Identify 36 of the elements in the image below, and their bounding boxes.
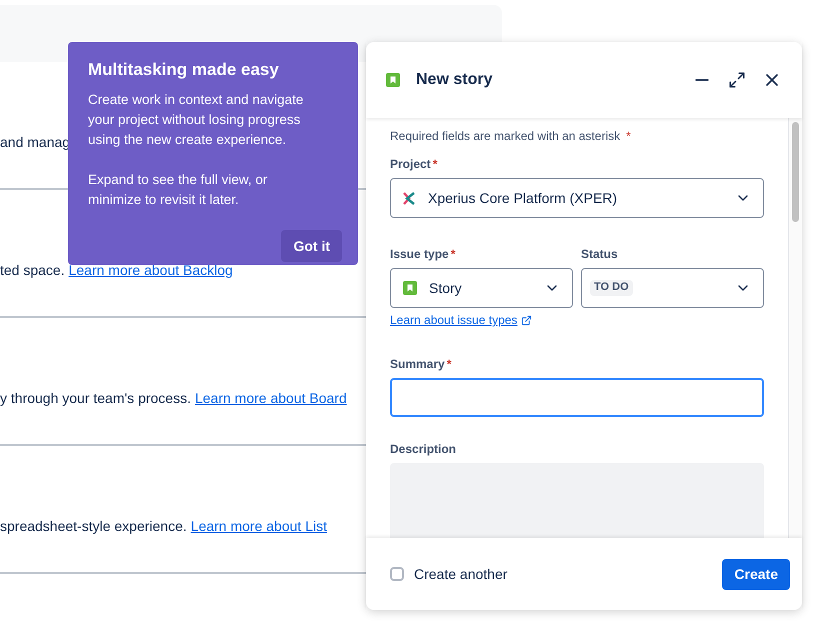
got-it-button[interactable]: Got it xyxy=(281,230,342,262)
tooltip-title: Multitasking made easy xyxy=(88,59,280,81)
row-text: spreadsheet-style experience. xyxy=(0,517,187,536)
issue-type-select[interactable]: Story xyxy=(390,268,573,308)
panel-title: New story xyxy=(416,70,492,90)
learn-issue-types-link[interactable]: Learn about issue types xyxy=(390,312,532,328)
create-button[interactable]: Create xyxy=(722,558,790,590)
expand-icon[interactable] xyxy=(728,71,746,89)
required-mark: * xyxy=(432,156,438,172)
required-mark: * xyxy=(450,246,456,262)
required-note: Required fields are marked with an asterisk xyxy=(390,129,620,143)
bookmark-icon xyxy=(403,281,417,295)
learn-more-link[interactable]: Learn more about Board xyxy=(194,388,347,408)
scrollbar[interactable] xyxy=(788,118,802,538)
checkbox[interactable] xyxy=(390,567,404,581)
field-label: Description xyxy=(390,442,456,456)
status-lozenge: TO DO xyxy=(590,280,633,296)
summary-field[interactable] xyxy=(390,378,764,417)
checkbox-label: Create another xyxy=(414,565,508,584)
required-mark: * xyxy=(446,356,452,372)
row-text: ted space. xyxy=(0,261,65,280)
row-text: y through your team's process. xyxy=(0,389,191,408)
tooltip-text: Create work in context and navigate your project without losing progress using the new create experience. xyxy=(88,91,304,149)
project-select[interactable]: Xperius Core Platform (XPER) xyxy=(390,178,764,218)
status-select[interactable]: TO DO xyxy=(581,268,764,308)
bookmark-icon xyxy=(386,73,400,87)
external-link-icon xyxy=(521,314,532,326)
field-label: Project xyxy=(390,156,431,172)
field-label: Summary xyxy=(390,356,445,372)
field-label: Status xyxy=(581,246,618,262)
field-label: Issue type xyxy=(390,246,449,262)
learn-more-link[interactable]: Learn more about List xyxy=(190,516,327,536)
required-mark: * xyxy=(626,129,631,143)
tooltip-text: Expand to see the full view, or minimize to revisit it later. xyxy=(88,171,268,209)
description-field[interactable] xyxy=(390,463,764,538)
project-logo-icon xyxy=(403,192,416,204)
